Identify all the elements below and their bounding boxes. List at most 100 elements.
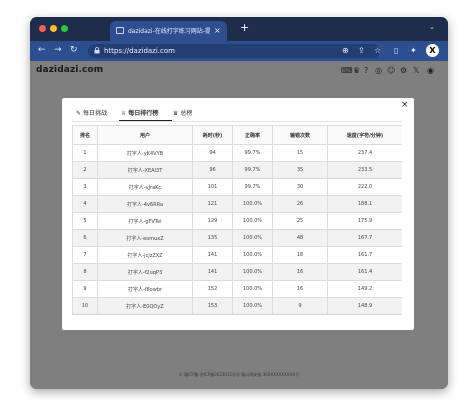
cell-rank: 8 bbox=[72, 263, 98, 281]
browser-toolbar: ← → ↻ https://dazidazi.com ⊕ ⇪ ☆ ▯ ✦ X bbox=[30, 41, 448, 61]
table-row: 4 打字人-4v6RRa 121 100.0% 26 188.1 bbox=[72, 195, 402, 213]
cell-user: 打字人-4v6RRa bbox=[97, 195, 193, 213]
cell-user: 打字人-yK4VYB bbox=[97, 144, 193, 162]
cell-user: 打字人-vJraKc bbox=[97, 178, 193, 196]
favicon-icon bbox=[116, 27, 124, 34]
table-row: 9 打字人-f8owbr 152 100.0% 16 149.2 bbox=[72, 280, 402, 298]
sidebar-icon[interactable]: ▯ bbox=[394, 45, 398, 57]
cell-speed: 188.1 bbox=[327, 195, 402, 213]
tab-bar: dazidazi-在线打字练习网站-提高 × + ⌄ bbox=[30, 17, 448, 41]
table-row: 10 打字人-E0QOyZ 153 100.0% 9 148.9 bbox=[72, 297, 402, 315]
site-logo[interactable]: dazidazi.com bbox=[36, 65, 103, 75]
back-button[interactable]: ← bbox=[38, 44, 46, 56]
cell-errors: 35 bbox=[272, 161, 328, 179]
header-user: 用户 bbox=[97, 125, 193, 145]
cell-rank: 7 bbox=[72, 246, 98, 264]
cell-rank: 10 bbox=[72, 297, 98, 315]
cell-accuracy: 100.0% bbox=[232, 246, 273, 264]
table-header-row: 排名 用户 耗时(秒) 正确率 输错次数 速度(字符/分钟) bbox=[72, 125, 402, 145]
tab-daily-challenge[interactable]: ✎ 每日挑战 bbox=[76, 109, 107, 119]
crown-icon: ♕ bbox=[121, 110, 127, 117]
cell-speed: 222.0 bbox=[327, 178, 402, 196]
cell-time: 141 bbox=[192, 263, 233, 281]
cell-errors: 16 bbox=[272, 280, 328, 298]
trophy-icon[interactable]: ♛ bbox=[353, 65, 360, 77]
lock-icon bbox=[94, 47, 100, 54]
browser-window: dazidazi-在线打字练习网站-提高 × + ⌄ ← → ↻ https:/… bbox=[30, 17, 448, 389]
cell-user: 打字人-f8owbr bbox=[97, 280, 193, 298]
help-icon[interactable]: ? bbox=[364, 65, 368, 77]
tab-daily-ranking[interactable]: ♕ 每日排行榜 bbox=[121, 109, 158, 119]
tab-close-icon[interactable]: × bbox=[214, 26, 221, 35]
cell-time: 96 bbox=[192, 161, 233, 179]
ranking-table-container[interactable]: 排名 用户 耗时(秒) 正确率 输错次数 速度(字符/分钟) 1 打字人-yK4V… bbox=[72, 125, 402, 330]
cell-rank: 9 bbox=[72, 280, 98, 298]
tab-search-icon[interactable]: ⌄ bbox=[429, 23, 435, 31]
table-row: 2 打字人-XEAI3T 96 99.7% 35 233.5 bbox=[72, 161, 402, 179]
settings-icon[interactable]: ⚙ bbox=[400, 65, 407, 77]
address-bar[interactable]: https://dazidazi.com bbox=[88, 44, 380, 58]
cell-accuracy: 100.0% bbox=[232, 280, 273, 298]
zoom-icon[interactable]: ⊕ bbox=[342, 45, 349, 57]
cell-user: 打字人-XEAI3T bbox=[97, 161, 193, 179]
bookmark-star-icon[interactable]: ☆ bbox=[374, 45, 381, 57]
cell-user: 打字人-eomuxZ bbox=[97, 229, 193, 247]
cell-user: 打字人-gFVTei bbox=[97, 212, 193, 230]
browser-tab-active[interactable]: dazidazi-在线打字练习网站-提高 × bbox=[110, 21, 227, 41]
profile-avatar[interactable]: X bbox=[426, 44, 439, 57]
crown-outline-icon: ♛ bbox=[173, 110, 179, 117]
reload-button[interactable]: ↻ bbox=[70, 44, 78, 56]
cell-errors: 18 bbox=[272, 246, 328, 264]
cell-errors: 30 bbox=[272, 178, 328, 196]
cell-speed: 237.4 bbox=[327, 144, 402, 162]
target-icon[interactable]: ◎ bbox=[375, 65, 382, 77]
table-row: 7 打字人-jcjzZXZ 141 100.0% 18 161.7 bbox=[72, 246, 402, 264]
cell-time: 94 bbox=[192, 144, 233, 162]
cell-rank: 6 bbox=[72, 229, 98, 247]
header-time: 耗时(秒) bbox=[192, 125, 233, 145]
share-icon[interactable]: ⇪ bbox=[358, 45, 365, 57]
cell-time: 129 bbox=[192, 212, 233, 230]
tabs-divider bbox=[72, 121, 402, 122]
header-errors: 输错次数 bbox=[272, 125, 328, 145]
cell-rank: 5 bbox=[72, 212, 98, 230]
table-row: 6 打字人-eomuxZ 135 100.0% 48 167.7 bbox=[72, 229, 402, 247]
url-text: https://dazidazi.com bbox=[104, 47, 175, 55]
cell-speed: 149.2 bbox=[327, 280, 402, 298]
cell-time: 101 bbox=[192, 178, 233, 196]
close-window-button[interactable] bbox=[39, 25, 46, 32]
cell-speed: 161.4 bbox=[327, 263, 402, 281]
cell-rank: 3 bbox=[72, 178, 98, 196]
cell-accuracy: 100.0% bbox=[232, 212, 273, 230]
extensions-icon[interactable]: ✦ bbox=[410, 45, 417, 57]
modal-close-icon[interactable]: × bbox=[401, 100, 409, 110]
cell-errors: 26 bbox=[272, 195, 328, 213]
cell-speed: 148.9 bbox=[327, 297, 402, 315]
pencil-icon: ✎ bbox=[76, 110, 82, 117]
page-footer: © 赣ICP备 京ICP备2023012号号 赣公网安备 36XXXXXXXXX… bbox=[178, 372, 300, 377]
cell-speed: 175.9 bbox=[327, 212, 402, 230]
maximize-window-button[interactable] bbox=[61, 25, 68, 32]
cell-errors: 16 bbox=[272, 263, 328, 281]
cell-accuracy: 100.0% bbox=[232, 229, 273, 247]
cell-user: 打字人-jcjzZXZ bbox=[97, 246, 193, 264]
github-icon[interactable]: ◉ bbox=[427, 65, 434, 77]
user-icon[interactable]: ☺ bbox=[387, 65, 395, 77]
cell-accuracy: 99.7% bbox=[232, 178, 273, 196]
x-social-icon[interactable]: 𝕏 bbox=[413, 65, 419, 77]
table-row: 5 打字人-gFVTei 129 100.0% 25 175.9 bbox=[72, 212, 402, 230]
new-tab-button[interactable]: + bbox=[240, 22, 249, 34]
active-tab-indicator bbox=[119, 120, 172, 121]
cell-time: 121 bbox=[192, 195, 233, 213]
forward-button[interactable]: → bbox=[54, 44, 62, 56]
keyboard-icon[interactable]: ⌨ bbox=[341, 65, 353, 77]
cell-accuracy: 100.0% bbox=[232, 195, 273, 213]
cell-errors: 9 bbox=[272, 297, 328, 315]
cell-errors: 15 bbox=[272, 144, 328, 162]
cell-accuracy: 100.0% bbox=[232, 263, 273, 281]
cell-user: 打字人-E0QOyZ bbox=[97, 297, 193, 315]
header-speed: 速度(字符/分钟) bbox=[327, 125, 402, 145]
minimize-window-button[interactable] bbox=[50, 25, 57, 32]
ranking-table: 排名 用户 耗时(秒) 正确率 输错次数 速度(字符/分钟) 1 打字人-yK4V… bbox=[72, 125, 402, 315]
tab-overall-ranking[interactable]: ♛ 总榜 bbox=[173, 109, 192, 119]
